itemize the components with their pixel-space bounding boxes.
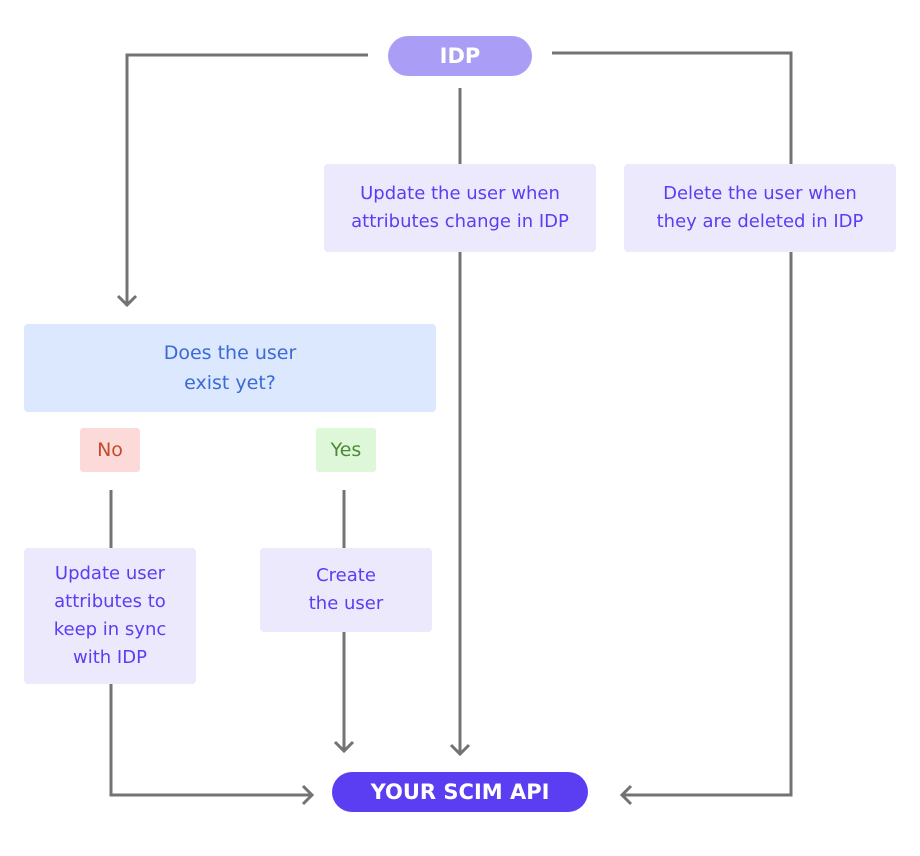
scim-api-label: YOUR SCIM API (370, 780, 550, 804)
connector-noaction-to-api (109, 684, 312, 797)
yes-badge: Yes (316, 428, 376, 472)
connector-delete-to-api (622, 252, 793, 797)
update-on-change-label: Update the user when attributes change i… (351, 183, 569, 232)
question-label: Does the user exist yet? (163, 342, 297, 394)
create-user-label: Create the user (308, 565, 384, 614)
delete-on-delete-label: Delete the user when they are deleted in… (656, 183, 864, 232)
update-on-change-box: Update the user when attributes change i… (324, 164, 596, 252)
idp-node: IDP (388, 36, 532, 76)
create-user-box: Create the user (260, 548, 432, 632)
no-label: No (97, 439, 123, 461)
scim-api-node: YOUR SCIM API (332, 772, 588, 812)
idp-label: IDP (439, 44, 481, 68)
sync-attributes-box: Update user attributes to keep in sync w… (24, 548, 196, 684)
sync-attributes-label: Update user attributes to keep in sync w… (53, 563, 167, 668)
no-badge: No (80, 428, 140, 472)
connector-idp-to-delete (552, 51, 793, 164)
delete-on-delete-box: Delete the user when they are deleted in… (624, 164, 896, 252)
yes-label: Yes (330, 439, 362, 461)
question-box: Does the user exist yet? (24, 324, 436, 412)
